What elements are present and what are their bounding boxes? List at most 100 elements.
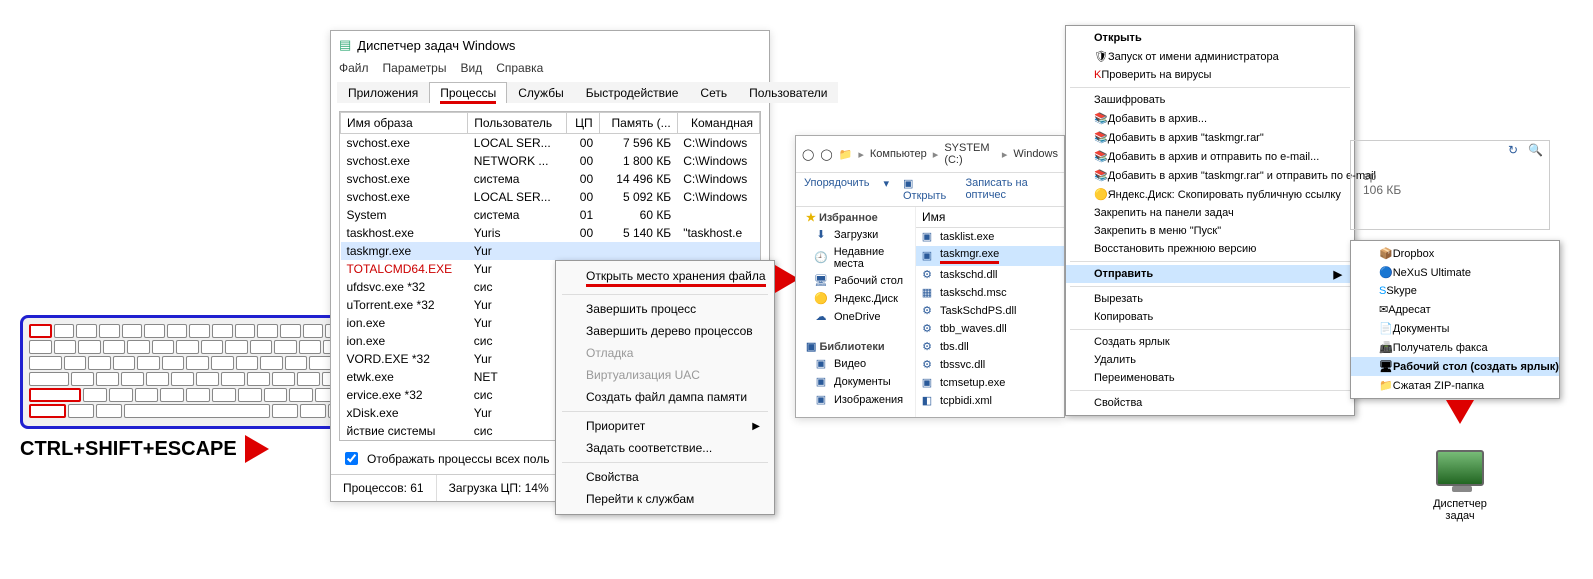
dll-icon: ⚙: [920, 304, 934, 318]
menu-item[interactable]: Вырезать: [1066, 290, 1354, 308]
column-header[interactable]: ЦП: [566, 113, 599, 134]
table-row[interactable]: taskhost.exeYuris005 140 КБ"taskhost.e: [341, 224, 760, 242]
menubar: Файл Параметры Вид Справка: [331, 59, 769, 81]
table-row[interactable]: taskmgr.exeYur: [341, 242, 760, 260]
libraries-header: Библиотеки: [819, 341, 884, 353]
menu-item[interactable]: 🛡Запуск от имени администратора: [1066, 47, 1354, 66]
menu-item[interactable]: Зашифровать: [1066, 91, 1354, 109]
list-item[interactable]: ⚙taskschd.dll: [916, 266, 1064, 284]
menu-params[interactable]: Параметры: [383, 61, 447, 75]
menu-item[interactable]: 🔵NeXuS Ultimate: [1351, 263, 1559, 282]
list-item[interactable]: ⚙tbb_waves.dll: [916, 320, 1064, 338]
list-item[interactable]: ⚙tbssvc.dll: [916, 356, 1064, 374]
list-item[interactable]: ▣taskmgr.exe: [916, 246, 1064, 266]
column-header[interactable]: Командная: [677, 113, 759, 134]
search-icon[interactable]: 🔍: [1528, 143, 1543, 157]
list-item[interactable]: ▣tcmsetup.exe: [916, 374, 1064, 392]
tab-applications[interactable]: Приложения: [337, 82, 429, 103]
menu-item[interactable]: Восстановить прежнюю версию: [1066, 240, 1354, 258]
tab-network[interactable]: Сеть: [689, 82, 738, 103]
menu-item[interactable]: SSkype: [1351, 282, 1559, 300]
list-item[interactable]: ◧tcpbidi.xml: [916, 392, 1064, 410]
sidebar-item[interactable]: 🟡Яндекс.Диск: [796, 290, 915, 308]
menu-item[interactable]: Задать соответствие...: [556, 437, 774, 459]
table-row[interactable]: svchost.exeLOCAL SER...007 596 КБC:\Wind…: [341, 134, 760, 153]
menu-item[interactable]: Копировать: [1066, 308, 1354, 326]
breadcrumb[interactable]: ◯◯ 📁 ▸Компьютер ▸SYSTEM (C:) ▸Windows: [796, 136, 1064, 172]
menu-item[interactable]: Свойства: [556, 466, 774, 488]
menu-help[interactable]: Справка: [496, 61, 543, 75]
tab-performance[interactable]: Быстродействие: [575, 82, 690, 103]
sidebar-item[interactable]: ▣Видео: [796, 355, 915, 373]
open-button[interactable]: ▣ Открыть: [903, 177, 951, 202]
sidebar-item[interactable]: ▣Документы: [796, 373, 915, 391]
menu-item[interactable]: KПроверить на вирусы: [1066, 66, 1354, 84]
sidebar-item[interactable]: 🕘Недавние места: [796, 244, 915, 272]
menu-item[interactable]: 📦Dropbox: [1351, 244, 1559, 263]
menu-item[interactable]: Свойства: [1066, 394, 1354, 412]
sidebar-item[interactable]: ▣Изображения: [796, 391, 915, 409]
dll-icon: ⚙: [920, 268, 934, 282]
menu-item[interactable]: Создать ярлык: [1066, 333, 1354, 351]
menu-item[interactable]: 🖥Рабочий стол (создать ярлык): [1351, 357, 1559, 376]
menu-item[interactable]: 📚Добавить в архив и отправить по e-mail.…: [1066, 147, 1354, 166]
crumb-folder[interactable]: Windows: [1013, 148, 1058, 160]
menu-item[interactable]: Удалить: [1066, 351, 1354, 369]
tab-users[interactable]: Пользователи: [738, 82, 838, 103]
menu-item[interactable]: 📚Добавить в архив...: [1066, 109, 1354, 128]
menu-item[interactable]: Отправить▶: [1066, 265, 1354, 283]
crumb-computer[interactable]: Компьютер: [870, 148, 927, 160]
list-item[interactable]: ⚙tbs.dll: [916, 338, 1064, 356]
explorer-sidebar: ★ Избранное ⬇Загрузки🕘Недавние места🖥Раб…: [796, 207, 916, 417]
organize-button[interactable]: Упорядочить: [804, 177, 869, 202]
show-all-users-label: Отображать процессы всех поль: [367, 452, 549, 466]
menu-view[interactable]: Вид: [460, 61, 482, 75]
menu-item[interactable]: Перейти к службам: [556, 488, 774, 510]
exe-icon: ▣: [920, 249, 934, 263]
file-context-menu: Открыть🛡Запуск от имени администратораKП…: [1065, 25, 1355, 416]
menu-item[interactable]: ✉Адресат: [1351, 300, 1559, 319]
menu-item[interactable]: Открыть: [1066, 29, 1354, 47]
menu-item[interactable]: 📠Получатель факса: [1351, 338, 1559, 357]
menu-item[interactable]: Переименовать: [1066, 369, 1354, 387]
table-row[interactable]: Systemсистема0160 КБ: [341, 206, 760, 224]
menu-item[interactable]: Завершить дерево процессов: [556, 320, 774, 342]
nav-back-icon[interactable]: ◯: [802, 148, 814, 161]
table-row[interactable]: svchost.exeLOCAL SER...005 092 КБC:\Wind…: [341, 188, 760, 206]
column-header[interactable]: Пользователь: [468, 113, 566, 134]
tab-processes[interactable]: Процессы: [429, 82, 507, 103]
file-list[interactable]: Имя ▣tasklist.exe▣taskmgr.exe⚙taskschd.d…: [916, 207, 1064, 417]
desktop-shortcut[interactable]: Диспетчер задач: [1410, 450, 1510, 522]
menu-file[interactable]: Файл: [339, 61, 369, 75]
column-header[interactable]: Память (...: [599, 113, 677, 134]
tab-services[interactable]: Службы: [507, 82, 574, 103]
titlebar[interactable]: ▤ Диспетчер задач Windows: [331, 31, 769, 59]
table-row[interactable]: svchost.exeNETWORK ...001 800 КБC:\Windo…: [341, 152, 760, 170]
list-item[interactable]: ⚙TaskSchdPS.dll: [916, 302, 1064, 320]
menu-item[interactable]: Открыть место хранения файла: [556, 265, 774, 291]
refresh-icon[interactable]: ↻: [1508, 143, 1518, 157]
show-all-users-input[interactable]: [345, 452, 358, 465]
crumb-drive[interactable]: SYSTEM (C:): [944, 142, 996, 166]
menu-item[interactable]: Закрепить на панели задач: [1066, 204, 1354, 222]
menu-item[interactable]: 📚Добавить в архив "taskmgr.rar": [1066, 128, 1354, 147]
list-item[interactable]: ▦taskschd.msc: [916, 284, 1064, 302]
menu-item[interactable]: Завершить процесс: [556, 298, 774, 320]
menu-item[interactable]: 📄Документы: [1351, 319, 1559, 338]
burn-button[interactable]: Записать на оптичес: [965, 177, 1056, 202]
menu-item[interactable]: Создать файл дампа памяти: [556, 386, 774, 408]
column-header[interactable]: Имя образа: [341, 113, 468, 134]
nav-fwd-icon[interactable]: ◯: [820, 148, 832, 161]
list-item[interactable]: ▣tasklist.exe: [916, 228, 1064, 246]
menu-item[interactable]: Закрепить в меню "Пуск": [1066, 222, 1354, 240]
menu-item[interactable]: 📁Сжатая ZIP-папка: [1351, 376, 1559, 395]
menu-item[interactable]: 📚Добавить в архив "taskmgr.rar" и отправ…: [1066, 166, 1354, 185]
menu-item[interactable]: 🟡Яндекс.Диск: Скопировать публичную ссыл…: [1066, 185, 1354, 204]
table-row[interactable]: svchost.exeсистема0014 496 КБC:\Windows: [341, 170, 760, 188]
sidebar-item[interactable]: ☁OneDrive: [796, 308, 915, 326]
column-header-name[interactable]: Имя: [916, 207, 1064, 228]
exe-icon: ▣: [920, 376, 934, 390]
sidebar-item[interactable]: 🖥Рабочий стол: [796, 272, 915, 290]
menu-item[interactable]: Приоритет▶: [556, 415, 774, 437]
sidebar-item[interactable]: ⬇Загрузки: [796, 226, 915, 244]
